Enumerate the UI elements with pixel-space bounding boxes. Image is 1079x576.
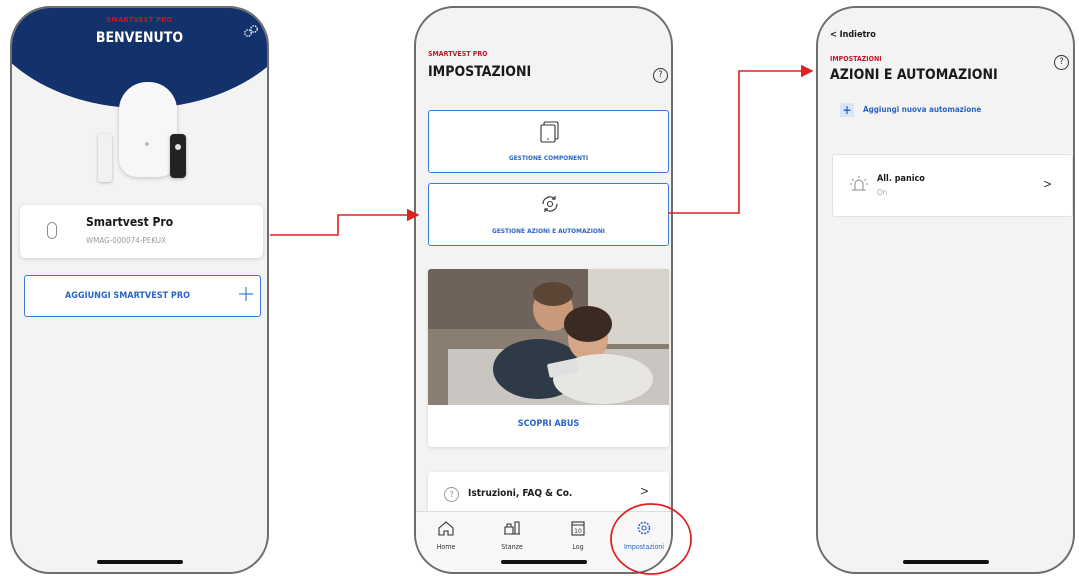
annotation-arrow: [668, 64, 814, 214]
annotation-overlay: [270, 64, 814, 575]
annotation-circle: [610, 503, 692, 575]
annotated-screenshot: SMARTVEST PRO BENVENUTO Smartvest Pro WM…: [0, 0, 1079, 576]
annotation-arrow: [270, 208, 420, 236]
